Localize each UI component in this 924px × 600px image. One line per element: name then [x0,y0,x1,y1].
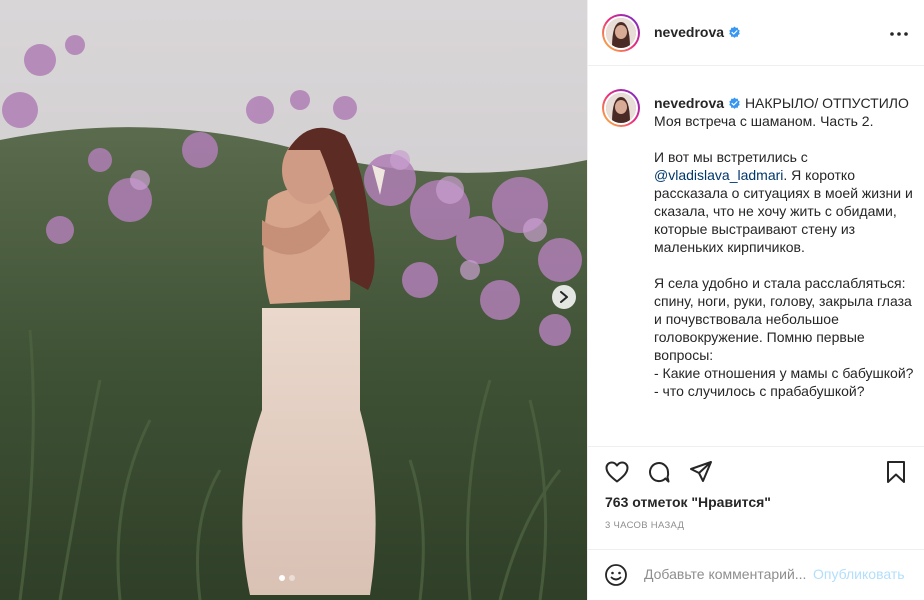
caption-text: nevedrova НАКРЫЛО/ ОТПУСТИЛО Моя встреча… [654,94,916,400]
post-side-panel: nevedrova nevedrova НАКРЫЛО/ ОТПУСТИЛО М… [587,0,924,600]
username-link[interactable]: nevedrova [654,24,741,40]
post-actions: 763 отметок "Нравится" 3 ЧАСОВ НАЗАД Опу… [588,446,924,600]
verified-badge-icon [729,26,740,38]
avatar[interactable] [602,14,640,52]
caption-paragraph: И вот мы встретились с [654,149,808,165]
paper-plane-icon [690,461,712,482]
carousel-dot-active [279,575,285,581]
chevron-right-icon [560,291,568,303]
more-options-button[interactable] [887,22,911,46]
carousel-indicator [279,575,295,581]
carousel-dot [289,575,295,581]
caption-area: nevedrova НАКРЫЛО/ ОТПУСТИЛО Моя встреча… [588,67,924,446]
caption-title: НАКРЫЛО/ ОТПУСТИЛО [744,95,909,111]
caption-question: - Какие отношения у мамы с бабушкой? [654,365,914,381]
caption-avatar[interactable] [602,89,640,127]
action-icons [604,459,714,485]
photo-scene [0,0,587,600]
post-header: nevedrova [588,0,924,66]
avatar-image [606,93,636,123]
caption-paragraph: Я села удобно и стала расслабляться: спи… [654,275,912,363]
mention-link[interactable]: @vladislava_ladmari [654,167,783,183]
comment-input[interactable] [644,566,816,582]
post-comment-button[interactable]: Опубликовать [813,566,905,582]
username-text: nevedrova [654,24,725,40]
share-button[interactable] [688,459,714,485]
heart-icon [605,461,629,483]
like-button[interactable] [604,459,630,485]
post-photo[interactable] [0,0,587,600]
save-button[interactable] [883,459,909,485]
verified-badge-icon [729,97,740,109]
likes-count[interactable]: 763 отметок "Нравится" [605,494,771,510]
caption-subtitle: Моя встреча с шаманом. Часть 2. [654,113,874,129]
caption-username[interactable]: nevedrova [654,95,724,111]
comment-icon [649,462,670,483]
next-image-button[interactable] [552,285,576,309]
bookmark-icon [887,461,905,483]
comment-form: Опубликовать [588,549,924,600]
post-timestamp[interactable]: 3 ЧАСОВ НАЗАД [605,520,684,531]
avatar-image [606,18,636,48]
caption-question: - что случилось с прабабушкой? [654,383,865,399]
more-horizontal-icon [890,32,908,36]
smiley-icon [605,564,627,586]
comment-button[interactable] [646,459,672,485]
emoji-button[interactable] [604,563,628,592]
